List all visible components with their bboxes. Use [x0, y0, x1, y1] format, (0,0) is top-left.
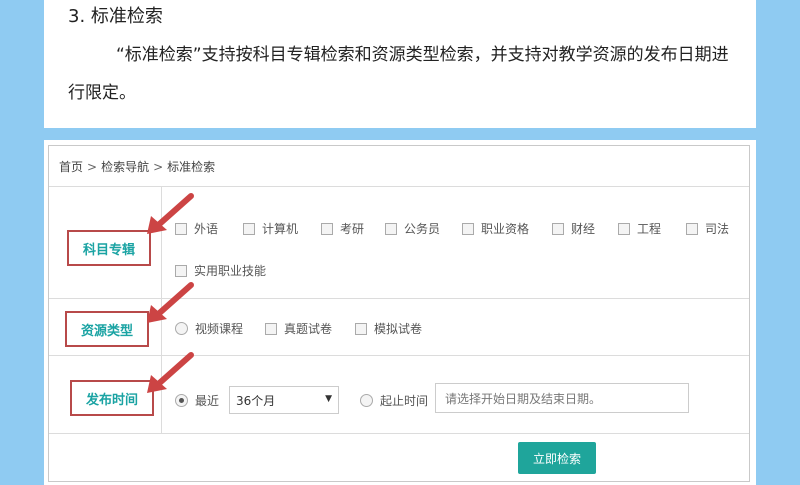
breadcrumb-separator: >	[153, 160, 164, 174]
option-zhentishijuan[interactable]: 真题试卷	[265, 320, 332, 337]
section-paragraph: “标准检索”支持按科目专辑检索和资源类型检索，并支持对教学资源的发布日期进行限定…	[68, 45, 729, 103]
checkbox[interactable]	[175, 222, 187, 235]
option-shiyongzhiyejineng[interactable]: 实用职业技能	[175, 262, 266, 279]
option-jisuanji[interactable]: 计算机	[243, 220, 298, 237]
option-monishijuan[interactable]: 模拟试卷	[355, 320, 422, 337]
arrow-icon	[147, 282, 194, 323]
option-gongcheng[interactable]: 工程	[618, 220, 661, 237]
radio[interactable]	[175, 394, 188, 407]
breadcrumb-nav[interactable]: 检索导航	[101, 160, 149, 174]
resource-type-label: 资源类型	[65, 311, 149, 347]
checkbox[interactable]	[175, 264, 187, 277]
search-form: 首页 > 检索导航 > 标准检索 科目专辑 外语 计算机 考研 公务员 职业资格 财经 …	[48, 145, 750, 482]
radio-recent[interactable]: 最近	[175, 392, 219, 409]
subject-label: 科目专辑	[67, 230, 151, 266]
breadcrumb-separator: >	[87, 160, 98, 174]
breadcrumb-current: 标准检索	[167, 160, 216, 174]
date-range-input[interactable]: 请选择开始日期及结束日期。	[435, 383, 689, 413]
checkbox[interactable]	[385, 222, 397, 235]
checkbox[interactable]	[618, 222, 630, 235]
radio-date-range[interactable]: 起止时间	[360, 392, 428, 409]
caret-down-icon: ▼	[325, 394, 332, 404]
checkbox[interactable]	[355, 322, 367, 335]
breadcrumb-home[interactable]: 首页	[59, 160, 83, 174]
checkbox[interactable]	[243, 222, 255, 235]
option-caijing[interactable]: 财经	[552, 220, 595, 237]
option-waiyu[interactable]: 外语	[175, 220, 218, 237]
checkbox[interactable]	[552, 222, 564, 235]
option-zhiyezige[interactable]: 职业资格	[462, 220, 529, 237]
option-shipinkecheng[interactable]: 视频课程	[175, 320, 243, 337]
breadcrumb: 首页 > 检索导航 > 标准检索	[59, 158, 215, 175]
publish-time-label: 发布时间	[70, 380, 154, 416]
option-sifa[interactable]: 司法	[686, 220, 729, 237]
arrow-icon	[147, 352, 194, 393]
checkbox[interactable]	[265, 322, 277, 335]
divider	[49, 433, 749, 434]
checkbox[interactable]	[321, 222, 333, 235]
doc-card: 3. 标准检索 “标准检索”支持按科目专辑检索和资源类型检索，并支持对教学资源的…	[44, 0, 756, 128]
option-kaoyan[interactable]: 考研	[321, 220, 364, 237]
search-panel-screenshot: 首页 > 检索导航 > 标准检索 科目专辑 外语 计算机 考研 公务员 职业资格 财经 …	[44, 140, 756, 485]
radio[interactable]	[360, 394, 373, 407]
option-gongwuyuan[interactable]: 公务员	[385, 220, 440, 237]
section-heading: 3. 标准检索	[68, 6, 163, 27]
recent-months-select[interactable]: 36个月 ▼	[229, 386, 339, 414]
search-button[interactable]: 立即检索	[518, 442, 596, 474]
divider	[49, 186, 749, 187]
checkbox[interactable]	[686, 222, 698, 235]
checkbox[interactable]	[462, 222, 474, 235]
radio[interactable]	[175, 322, 188, 335]
